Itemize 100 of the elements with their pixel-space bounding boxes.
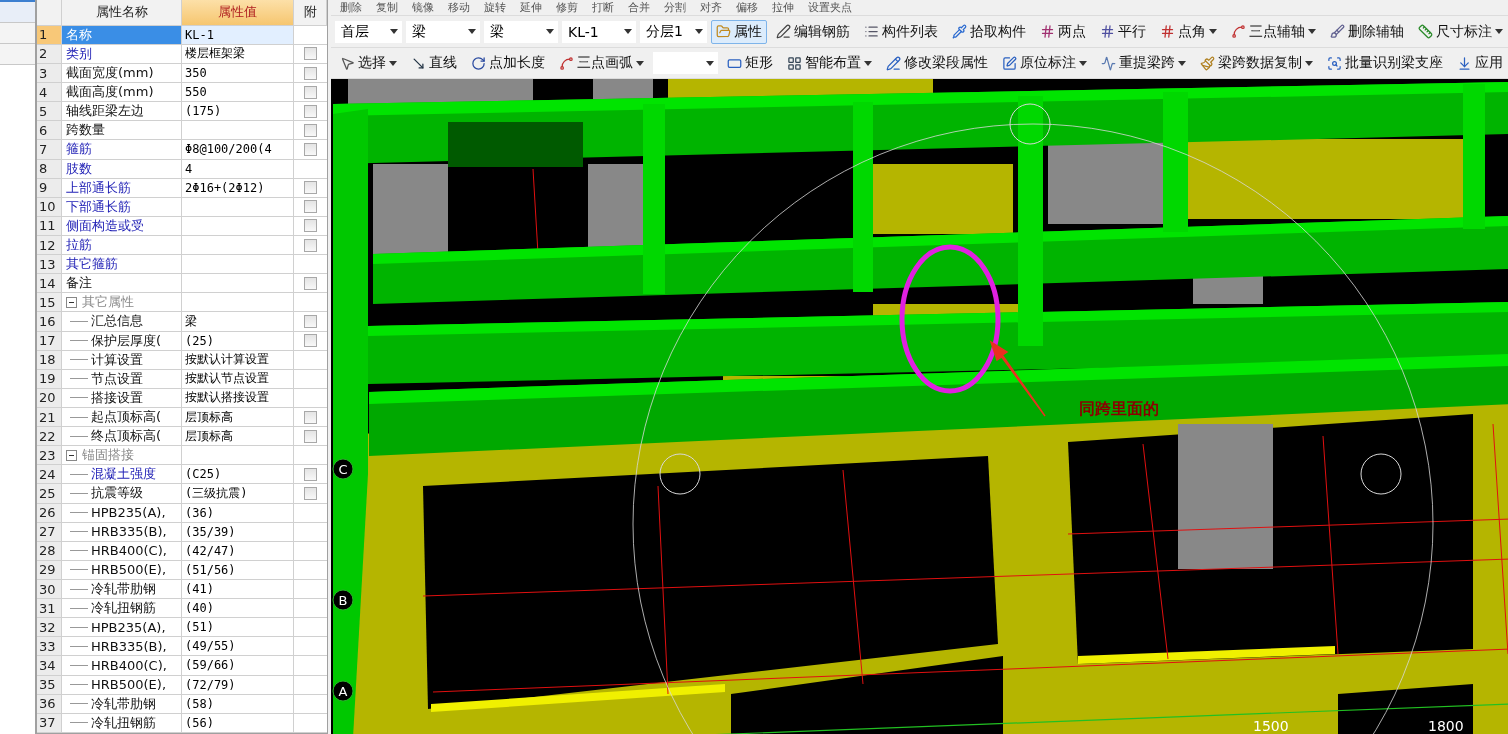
table-row[interactable]: 6 跨数量 (37, 121, 327, 141)
table-row[interactable]: 30 冷轧带肋钢 (41) (37, 579, 327, 600)
table-row[interactable]: 15 其它属性 (37, 293, 327, 313)
toolbar-button[interactable]: 三点画弧 (554, 51, 649, 75)
table-row[interactable]: 23 锚固搭接 (37, 446, 327, 466)
toolbar-button[interactable]: 尺寸标注 (1413, 19, 1508, 44)
toolbar-button[interactable]: 修改梁段属性 (881, 51, 993, 75)
toolbar-button[interactable]: 智能布置 (782, 51, 877, 75)
toolbar-button[interactable]: 应用 (1452, 51, 1508, 75)
table-row[interactable]: 3 截面宽度(mm) 350 (37, 64, 327, 84)
toolbar-button[interactable]: 平行 (1095, 19, 1151, 44)
checkbox[interactable] (304, 104, 317, 118)
checkbox[interactable] (304, 486, 317, 500)
checkbox[interactable] (304, 334, 317, 348)
toolbar-button[interactable]: 重提梁跨 (1096, 51, 1191, 75)
checkbox[interactable] (304, 238, 317, 252)
table-row[interactable]: 9 上部通长筋 2Φ16+(2Φ12) (37, 178, 327, 198)
table-row[interactable]: 2 类别 楼层框架梁 (37, 44, 327, 64)
toolbar-button[interactable]: 拾取构件 (947, 19, 1031, 44)
table-row[interactable]: 31 冷轧扭钢筋 (40) (37, 599, 327, 619)
toolbar-button[interactable]: 删除辅轴 (1325, 19, 1409, 44)
toolbar-button[interactable]: 旋转 (479, 0, 511, 15)
toolbar-button[interactable]: 分割 (659, 0, 691, 15)
dropdown-field[interactable]: KL-1 (562, 20, 637, 43)
table-row[interactable]: 11 侧面构造或受 (37, 216, 327, 236)
collapse-icon[interactable] (66, 449, 77, 461)
toolbar-button[interactable]: 构件列表 (859, 19, 943, 44)
checkbox[interactable] (304, 429, 317, 443)
table-row[interactable]: 13 其它箍筋 (37, 255, 327, 275)
beam[interactable] (369, 354, 1508, 456)
table-row[interactable]: 33 HRB335(B), (49/55) (37, 637, 327, 657)
dropdown-field[interactable]: 分层1 (640, 20, 707, 43)
table-row[interactable]: 12 拉筋 (37, 236, 327, 256)
table-row[interactable]: 28 HRB400(C), (42/47) (37, 541, 327, 561)
toolbar-button[interactable]: 移动 (443, 0, 475, 15)
toolbar-button[interactable]: 复制 (371, 0, 403, 15)
beam[interactable] (373, 216, 1508, 304)
toolbar-button[interactable]: 镜像 (407, 0, 439, 15)
table-row[interactable]: 4 截面高度(mm) 550 (37, 83, 327, 103)
grip-circle[interactable] (1009, 103, 1051, 145)
dropdown-field[interactable]: 梁 (484, 20, 559, 43)
table-row[interactable]: 24 混凝土强度 (C25) (37, 465, 327, 485)
toolbar-button[interactable]: 两点 (1035, 19, 1091, 44)
table-row[interactable]: 5 轴线距梁左边 (175) (37, 102, 327, 122)
collapse-icon[interactable] (66, 296, 77, 308)
toolbar-button[interactable]: 三点辅轴 (1226, 19, 1321, 44)
dropdown-field[interactable] (653, 52, 718, 74)
toolbar-button[interactable]: 矩形 (722, 51, 778, 75)
checkbox[interactable] (304, 410, 317, 424)
checkbox[interactable] (304, 143, 317, 156)
table-row[interactable]: 16 汇总信息 梁 (37, 312, 327, 332)
table-row[interactable]: 36 冷轧带肋钢 (58) (37, 694, 327, 714)
dropdown-field[interactable]: 梁 (405, 20, 480, 43)
checkbox[interactable] (304, 314, 317, 328)
toolbar-button[interactable]: 编辑钢筋 (771, 19, 855, 44)
checkbox[interactable] (304, 85, 317, 99)
table-row[interactable]: 26 HPB235(A), (36) (37, 503, 327, 523)
toolbar-button[interactable]: 合并 (623, 0, 655, 15)
dropdown-field[interactable]: 首层 (335, 20, 402, 43)
checkbox[interactable] (304, 467, 317, 481)
toolbar-button[interactable]: 梁跨数据复制 (1195, 51, 1318, 75)
table-row[interactable]: 35 HRB500(E), (72/79) (37, 675, 327, 695)
table-row[interactable]: 34 HRB400(C), (59/66) (37, 656, 327, 676)
toolbar-button[interactable]: 选择 (335, 51, 402, 75)
toolbar-button[interactable]: 修剪 (551, 0, 583, 15)
checkbox[interactable] (304, 123, 317, 137)
table-row[interactable]: 17 保护层厚度( (25) (37, 331, 327, 351)
table-row[interactable]: 14 备注 (37, 274, 327, 294)
checkbox[interactable] (304, 181, 317, 195)
toolbar-button[interactable]: 批量识别梁支座 (1322, 51, 1448, 75)
toolbar-button[interactable]: 删除 (335, 0, 367, 15)
toolbar-button[interactable]: 设置夹点 (803, 0, 857, 15)
table-row[interactable]: 1 名称 KL-1 (37, 25, 327, 45)
toolbar-button[interactable]: 原位标注 (997, 51, 1092, 75)
table-row[interactable]: 18 计算设置 按默认计算设置 (37, 350, 327, 370)
toolbar-button[interactable]: 点角 (1155, 19, 1222, 44)
table-row[interactable]: 29 HRB500(E), (51/56) (37, 560, 327, 580)
toolbar-button[interactable]: 打断 (587, 0, 619, 15)
checkbox[interactable] (304, 66, 317, 80)
toolbar-button[interactable]: 拉伸 (767, 0, 799, 15)
table-row[interactable]: 25 抗震等级 (三级抗震) (37, 484, 327, 504)
grip-circle[interactable] (1360, 453, 1402, 495)
table-row[interactable]: 37 冷轧扭钢筋 (56) (37, 713, 327, 733)
table-row[interactable]: 19 节点设置 按默认节点设置 (37, 369, 327, 389)
table-row[interactable]: 22 终点顶标高( 层顶标高 (37, 427, 327, 447)
toolbar-button[interactable]: 属性 (711, 19, 767, 44)
checkbox[interactable] (304, 200, 317, 214)
table-row[interactable]: 27 HRB335(B), (35/39) (37, 522, 327, 542)
table-row[interactable]: 20 搭接设置 按默认搭接设置 (37, 388, 327, 408)
checkbox[interactable] (304, 219, 317, 233)
checkbox[interactable] (304, 47, 317, 61)
table-row[interactable]: 21 起点顶标高( 层顶标高 (37, 407, 327, 428)
table-row[interactable]: 32 HPB235(A), (51) (37, 618, 327, 638)
toolbar-button[interactable]: 直线 (406, 51, 462, 75)
toolbar-button[interactable]: 点加长度 (466, 51, 550, 75)
table-row[interactable]: 10 下部通长筋 (37, 197, 327, 217)
toolbar-button[interactable]: 延伸 (515, 0, 547, 15)
table-row[interactable]: 7 箍筋 Φ8@100/200(4 (37, 140, 327, 160)
grip-circle[interactable] (659, 453, 701, 495)
checkbox[interactable] (304, 276, 317, 290)
